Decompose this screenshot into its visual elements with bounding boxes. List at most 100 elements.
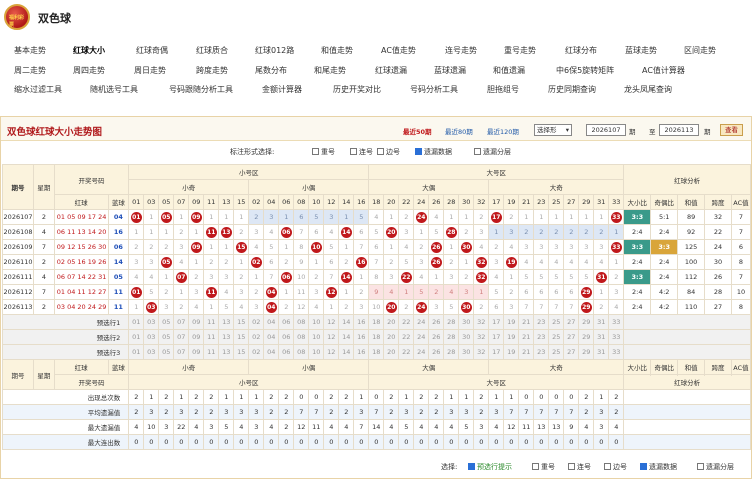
nav-link[interactable]: 金额计算器 [262,84,302,95]
preselect-cell[interactable]: 29 [578,329,595,345]
nav-link[interactable]: 和尾走势 [314,65,346,76]
preselect-cell[interactable]: 33 [608,329,625,345]
preselect-cell[interactable]: 28 [443,314,460,330]
opt-b-fenceng[interactable]: 遗漏分层 [697,462,734,472]
nav-link[interactable]: 红球分布 [565,45,597,56]
mode-select[interactable]: 选择形 [534,124,572,136]
preselect-cell[interactable]: 32 [473,344,490,360]
preselect-cell[interactable]: 25 [548,314,565,330]
preselect-cell[interactable]: 08 [293,314,310,330]
preselect-cell[interactable]: 26 [428,314,445,330]
preselect-cell[interactable]: 23 [533,329,550,345]
opt-yilou-fenceng[interactable]: 遗漏分层 [474,147,511,157]
preselect-cell[interactable]: 03 [143,329,160,345]
preselect-cell[interactable]: 29 [578,344,595,360]
opt-chonghao[interactable]: 重号 [312,147,335,157]
preselect-cell[interactable]: 01 [128,329,145,345]
preselect-cell[interactable]: 29 [578,314,595,330]
nav-link[interactable]: AC值走势 [381,45,416,56]
nav-link[interactable]: 随机选号工具 [90,84,138,95]
nav-link[interactable]: 号码跟随分析工具 [169,84,233,95]
preselect-cell[interactable]: 32 [473,314,490,330]
recent-120-link[interactable]: 最近120期 [487,126,519,136]
recent-80-link[interactable]: 最近80期 [445,126,473,136]
nav-link[interactable]: 蓝球遗漏 [434,65,466,76]
preselect-cell[interactable]: 26 [428,344,445,360]
preselect-row[interactable]: 预选行1 01 03 05 07 09 11 13 15 02 04 06 08 10 12 14 16 18 20… [1,314,751,330]
preselect-cell[interactable]: 19 [503,329,520,345]
preselect-cell[interactable]: 14 [338,314,355,330]
opt-lianhao[interactable]: 连号 [350,147,373,157]
preselect-cell[interactable]: 27 [563,329,580,345]
nav-link[interactable]: 红球奇偶 [136,45,168,56]
preselect-cell[interactable]: 21 [518,344,535,360]
preselect-cell[interactable]: 14 [338,344,355,360]
nav-link[interactable]: 和值遗漏 [493,65,525,76]
preselect-cell[interactable]: 15 [233,314,250,330]
preselect-cell[interactable]: 18 [368,314,385,330]
recent-50-link[interactable]: 最近50期 [403,126,432,136]
preselect-cell[interactable]: 09 [188,344,205,360]
preselect-cell[interactable]: 21 [518,314,535,330]
preselect-cell[interactable]: 01 [128,314,145,330]
preselect-cell[interactable]: 27 [563,314,580,330]
preselect-cell[interactable]: 04 [263,314,280,330]
preselect-cell[interactable]: 07 [173,344,190,360]
nav-link[interactable]: 号码分析工具 [410,84,458,95]
opt-b-yilou[interactable]: 遗漏数据 [640,462,677,472]
preselect-cell[interactable]: 02 [248,344,265,360]
preselect-cell[interactable]: 10 [308,314,325,330]
preselect-cell[interactable]: 32 [473,329,490,345]
preselect-cell[interactable]: 17 [488,314,505,330]
preselect-cell[interactable]: 18 [368,344,385,360]
preselect-cell[interactable]: 08 [293,344,310,360]
preselect-cell[interactable]: 09 [188,329,205,345]
preselect-cell[interactable]: 19 [503,314,520,330]
opt-yuxuan[interactable]: 预选行提示 [468,462,512,472]
preselect-cell[interactable]: 16 [353,314,370,330]
preselect-cell[interactable]: 30 [458,344,475,360]
nav-link[interactable]: 红球质合 [196,45,228,56]
nav-link[interactable]: AC值计算器 [642,65,685,76]
preselect-cell[interactable]: 21 [518,329,535,345]
preselect-cell[interactable]: 02 [248,329,265,345]
preselect-cell[interactable]: 28 [443,344,460,360]
preselect-cell[interactable]: 24 [413,314,430,330]
preselect-row[interactable]: 预选行3 01 03 05 07 09 11 13 15 02 04 06 08 10 12 14 16 18 20… [1,344,751,360]
nav-link[interactable]: 龙头凤尾查询 [624,84,672,95]
preselect-cell[interactable]: 03 [143,344,160,360]
preselect-cell[interactable]: 15 [233,344,250,360]
nav-link[interactable]: 缩水过滤工具 [14,84,62,95]
preselect-cell[interactable]: 13 [218,344,235,360]
preselect-cell[interactable]: 22 [398,329,415,345]
preselect-cell[interactable]: 02 [248,314,265,330]
nav-link[interactable]: 基本走势 [14,45,46,56]
preselect-cell[interactable]: 11 [203,344,220,360]
opt-b-chonghao[interactable]: 重号 [532,462,555,472]
preselect-cell[interactable]: 22 [398,314,415,330]
preselect-cell[interactable]: 14 [338,329,355,345]
preselect-cell[interactable]: 10 [308,329,325,345]
preselect-cell[interactable]: 28 [443,329,460,345]
nav-link[interactable]: 蓝球走势 [625,45,657,56]
nav-link[interactable]: 重号走势 [504,45,536,56]
nav-link[interactable]: 红球大小 [73,45,105,56]
preselect-cell[interactable]: 16 [353,329,370,345]
preselect-cell[interactable]: 33 [608,344,625,360]
preselect-cell[interactable]: 20 [383,329,400,345]
nav-link[interactable]: 尾数分布 [255,65,287,76]
preselect-cell[interactable]: 05 [158,344,175,360]
preselect-cell[interactable]: 16 [353,344,370,360]
preselect-cell[interactable]: 24 [413,329,430,345]
preselect-cell[interactable]: 12 [323,329,340,345]
preselect-cell[interactable]: 23 [533,344,550,360]
preselect-cell[interactable]: 10 [308,344,325,360]
to-period-input[interactable]: 2026113 [659,124,699,136]
preselect-cell[interactable]: 04 [263,344,280,360]
preselect-cell[interactable]: 17 [488,344,505,360]
preselect-row[interactable]: 预选行2 01 03 05 07 09 11 13 15 02 04 06 08 10 12 14 16 18 20… [1,329,751,345]
nav-link[interactable]: 历史同期查询 [548,84,596,95]
preselect-cell[interactable]: 11 [203,329,220,345]
preselect-cell[interactable]: 31 [593,329,610,345]
preselect-cell[interactable]: 33 [608,314,625,330]
